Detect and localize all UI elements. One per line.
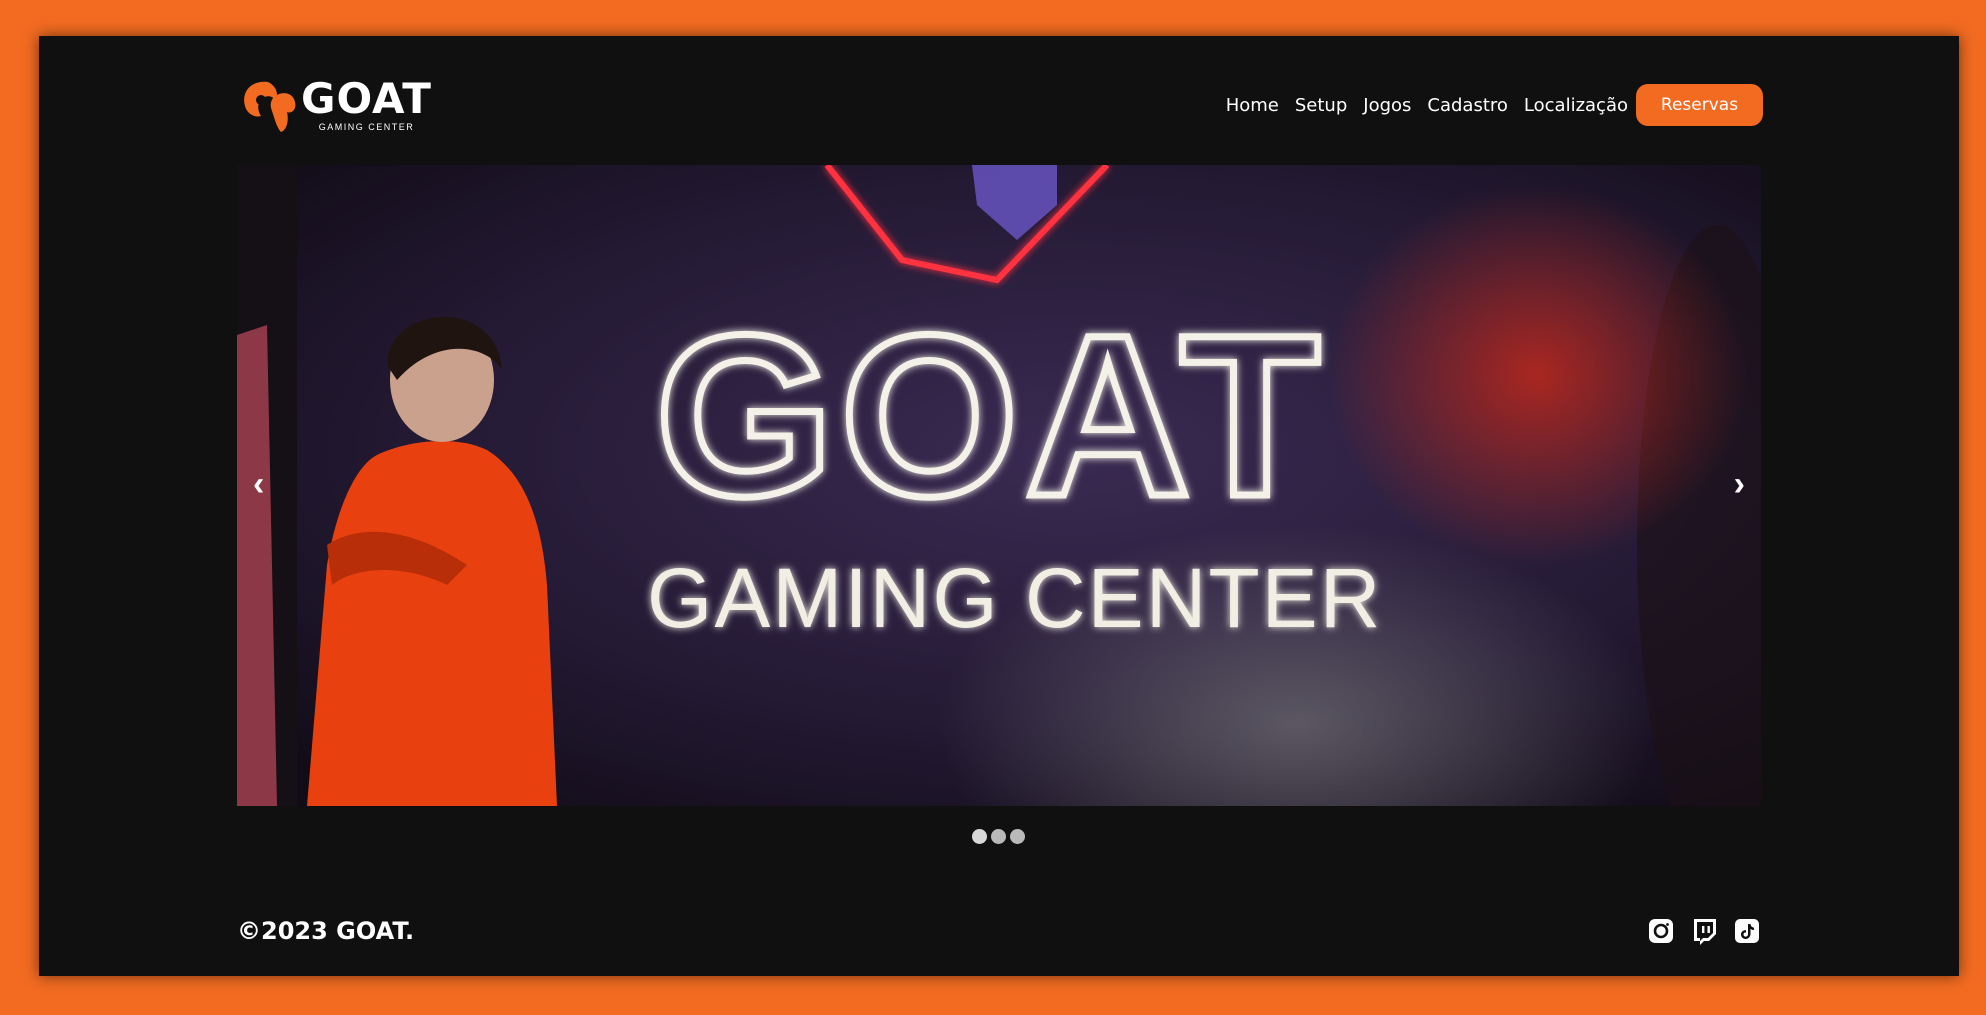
- carousel-indicators: [972, 829, 1025, 844]
- logo-tagline: GAMING CENTER: [318, 122, 415, 132]
- twitch-icon[interactable]: [1690, 917, 1718, 945]
- neon-sign-title: GOAT: [655, 287, 1326, 544]
- goat-logo[interactable]: GOAT GAMING CENTER: [237, 76, 442, 134]
- carousel-next-button[interactable]: ›: [1728, 465, 1751, 504]
- nav-link-cadastro[interactable]: Cadastro: [1427, 95, 1508, 116]
- carousel-dot-3[interactable]: [1010, 829, 1025, 844]
- carousel-dot-2[interactable]: [991, 829, 1006, 844]
- carousel-prev-button[interactable]: ‹: [247, 465, 270, 504]
- main-nav: Home Setup Jogos Cadastro Localização Re…: [1226, 84, 1763, 126]
- carousel-dot-1[interactable]: [972, 829, 987, 844]
- instagram-icon[interactable]: [1647, 917, 1675, 945]
- social-links: [1647, 917, 1761, 945]
- goat-head-icon: [244, 81, 296, 132]
- reservas-button[interactable]: Reservas: [1636, 84, 1763, 126]
- tiktok-icon[interactable]: [1733, 917, 1761, 945]
- nav-link-home[interactable]: Home: [1226, 95, 1279, 116]
- footer-copyright: ©2023 GOAT.: [237, 917, 415, 945]
- neon-sign-subtitle: GAMING CENTER: [647, 551, 1382, 645]
- nav-link-setup[interactable]: Setup: [1295, 95, 1347, 116]
- logo-wordmark: GOAT: [301, 74, 432, 123]
- hero-carousel: GOAT GAMING CENTER ‹ ›: [237, 165, 1761, 806]
- nav-link-localizacao[interactable]: Localização: [1524, 95, 1628, 116]
- nav-link-jogos[interactable]: Jogos: [1363, 95, 1411, 116]
- hero-slide-image: GOAT GAMING CENTER: [237, 165, 1761, 806]
